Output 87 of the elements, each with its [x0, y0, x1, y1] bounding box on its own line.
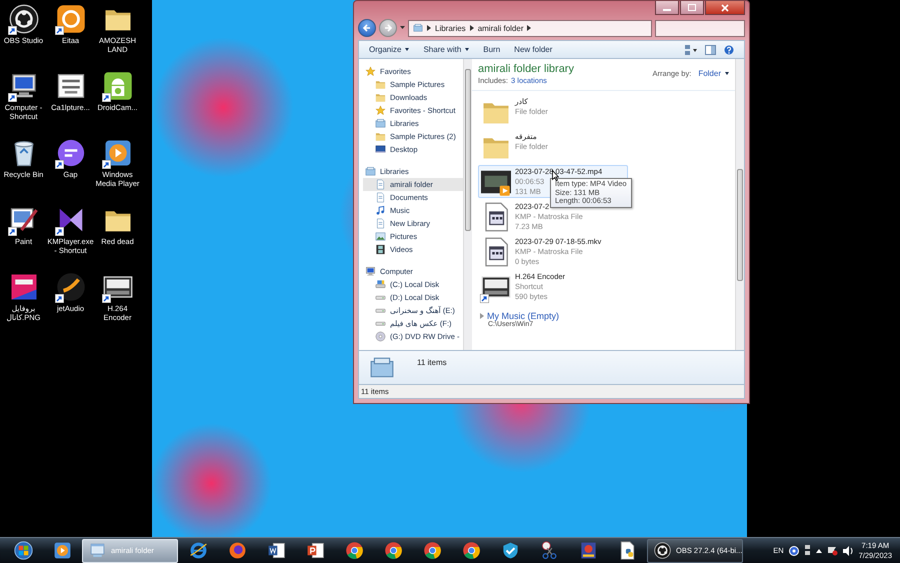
music-note-icon: [375, 205, 386, 216]
shortcut-arrow-icon: [8, 227, 16, 236]
network-icon[interactable]: [804, 545, 811, 556]
toolbar-button[interactable]: Share with: [423, 45, 470, 54]
chat-bubble-icon[interactable]: [56, 138, 86, 168]
computer-icon: [365, 266, 376, 277]
shortcut-arrow-icon: [54, 294, 64, 303]
arrange-dropdown[interactable]: Folder: [698, 69, 729, 78]
toolbar-button[interactable]: New folder: [514, 45, 552, 54]
folder-icon: [375, 131, 386, 142]
view-options-icon[interactable]: [685, 44, 697, 54]
toolbar-button[interactable]: Burn: [483, 45, 500, 54]
library-title: amirali folder library: [478, 63, 574, 75]
document-icon: [375, 218, 386, 229]
back-arrow-icon: [362, 23, 372, 33]
address-bar[interactable]: Libraries amirali folder: [408, 20, 652, 36]
item-count: 11 items: [417, 358, 447, 367]
chat-app-icon[interactable]: [56, 4, 86, 34]
obs-logo-icon[interactable]: [8, 4, 38, 34]
breadcrumb-item[interactable]: Libraries: [435, 24, 466, 32]
shortcut-arrow-icon: [54, 26, 64, 35]
forward-arrow-icon: [383, 23, 393, 33]
search-field[interactable]: [655, 20, 745, 36]
folder-window-icon: [89, 542, 106, 559]
library-icon: [375, 118, 386, 129]
star-icon: [365, 66, 376, 77]
document-icon: [375, 192, 386, 203]
toolbar-button[interactable]: Organize: [369, 45, 410, 54]
shortcut-arrow-icon: [102, 294, 110, 303]
browser-icon[interactable]: [422, 541, 442, 560]
minimize-button[interactable]: [655, 1, 679, 15]
shortcut-arrow-icon: [54, 160, 64, 169]
browser-icon[interactable]: [384, 541, 402, 560]
preview-pane-icon[interactable]: [705, 44, 716, 54]
image-icon[interactable]: [56, 71, 86, 101]
breadcrumb-item[interactable]: amirali folder: [478, 24, 524, 32]
disc-icon: [375, 331, 386, 342]
help-icon[interactable]: [788, 546, 799, 556]
close-icon: [721, 4, 729, 12]
presentation-icon[interactable]: [306, 541, 324, 560]
library-icon: [413, 23, 423, 33]
document-icon: [375, 179, 386, 190]
browser-icon[interactable]: [228, 541, 246, 560]
close-button[interactable]: [705, 1, 745, 15]
android-app-icon[interactable]: [102, 71, 132, 101]
star-icon: [375, 105, 386, 116]
group-header[interactable]: My Music (Empty): [487, 311, 559, 321]
shortcut-arrow-icon: [480, 294, 489, 303]
shortcut-arrow-icon: [8, 93, 16, 102]
chevron-icon: [470, 25, 474, 31]
scrollbar[interactable]: [735, 59, 744, 350]
media-player-icon[interactable]: [102, 138, 132, 168]
word-processor-icon[interactable]: [266, 541, 286, 560]
browser-icon[interactable]: [344, 541, 364, 560]
browser-icon[interactable]: [188, 541, 208, 560]
audio-player-icon[interactable]: [56, 272, 86, 302]
flag-icon[interactable]: [826, 546, 838, 556]
chevron-icon: [527, 25, 532, 31]
maximize-button[interactable]: [680, 1, 704, 15]
scrollbar[interactable]: [463, 59, 472, 350]
obs-logo-icon: [654, 542, 671, 559]
chevron-icon: [427, 25, 431, 31]
media-player-icon[interactable]: [52, 541, 72, 560]
shortcut-arrow-icon: [102, 93, 110, 102]
browser-icon[interactable]: [462, 541, 480, 560]
folder-icon: [375, 79, 386, 90]
volume-icon[interactable]: [842, 546, 854, 556]
shortcut-arrow-icon: [54, 227, 64, 236]
game-icon[interactable]: [578, 541, 598, 560]
forward-button[interactable]: [379, 19, 397, 37]
maximize-icon: [688, 4, 696, 11]
shortcut-arrow-icon: [8, 26, 16, 35]
caret-icon[interactable]: [400, 26, 405, 30]
start-orb-icon[interactable]: [14, 541, 32, 560]
library-icon: [365, 166, 376, 177]
scissors-icon[interactable]: [540, 541, 558, 560]
desktop-icon: [375, 144, 386, 155]
image-icon[interactable]: [8, 272, 38, 302]
disk-drive-icon: [375, 279, 386, 290]
folder-icon: [375, 92, 386, 103]
picture-icon: [375, 231, 386, 242]
back-button[interactable]: [358, 19, 376, 37]
shortcut-arrow-icon: [102, 160, 110, 169]
expand-arrow-icon[interactable]: [480, 313, 484, 319]
film-icon: [375, 244, 386, 255]
shield-check-icon[interactable]: [500, 541, 520, 560]
show-hidden-icons-icon[interactable]: [816, 548, 822, 552]
